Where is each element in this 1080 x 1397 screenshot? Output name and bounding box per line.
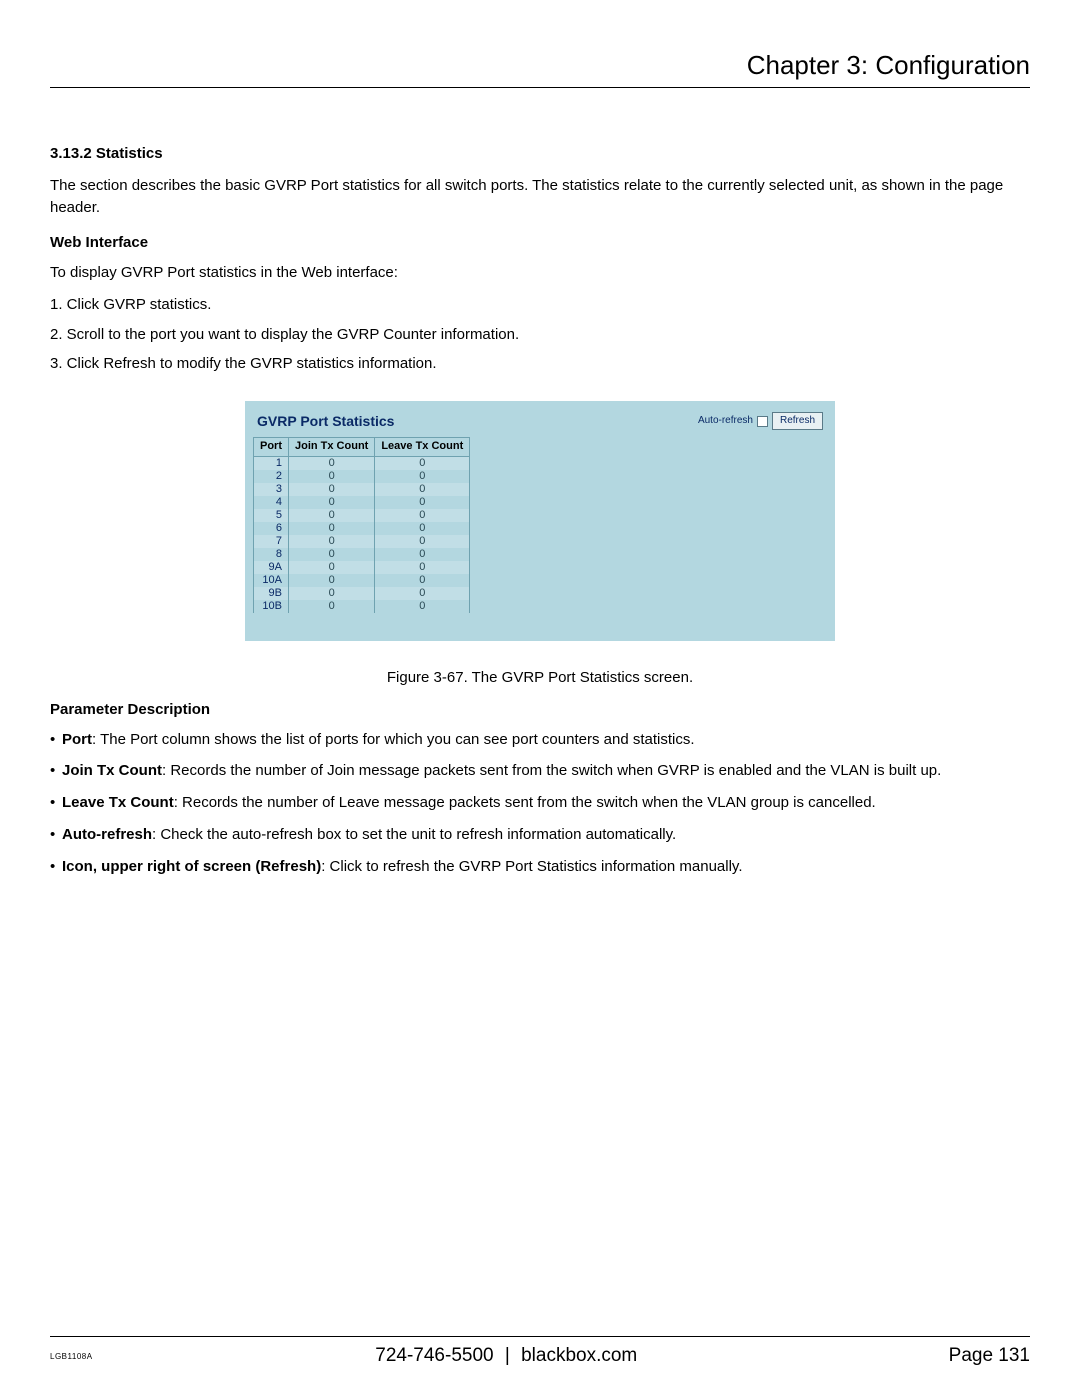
param-item: •Leave Tx Count: Records the number of L… xyxy=(50,792,1030,814)
port-cell: 10A xyxy=(254,574,289,587)
join-tx-cell: 0 xyxy=(289,548,375,561)
leave-tx-cell: 0 xyxy=(375,457,470,471)
join-tx-cell: 0 xyxy=(289,483,375,496)
footer-phone: 724-746-5500 xyxy=(375,1345,493,1366)
param-text: Leave Tx Count: Records the number of Le… xyxy=(62,792,1030,814)
web-interface-heading: Web Interface xyxy=(50,232,1030,254)
table-row: 9B00 xyxy=(254,587,470,600)
col-port: Port xyxy=(254,438,289,457)
leave-tx-cell: 0 xyxy=(375,574,470,587)
port-cell: 5 xyxy=(254,509,289,522)
table-row: 300 xyxy=(254,483,470,496)
port-cell: 8 xyxy=(254,548,289,561)
param-item: •Auto-refresh: Check the auto-refresh bo… xyxy=(50,824,1030,846)
param-text: Join Tx Count: Records the number of Joi… xyxy=(62,760,1030,782)
leave-tx-cell: 0 xyxy=(375,483,470,496)
param-item: •Join Tx Count: Records the number of Jo… xyxy=(50,760,1030,782)
join-tx-cell: 0 xyxy=(289,535,375,548)
bullet-icon: • xyxy=(50,760,62,782)
port-cell: 1 xyxy=(254,457,289,471)
port-cell: 2 xyxy=(254,470,289,483)
footer-page: Page 131 xyxy=(920,1345,1030,1367)
leave-tx-cell: 0 xyxy=(375,548,470,561)
port-cell: 3 xyxy=(254,483,289,496)
join-tx-cell: 0 xyxy=(289,561,375,574)
table-row: 700 xyxy=(254,535,470,548)
leave-tx-cell: 0 xyxy=(375,522,470,535)
bullet-icon: • xyxy=(50,729,62,751)
footer-site: blackbox.com xyxy=(521,1345,637,1366)
bullet-icon: • xyxy=(50,792,62,814)
leave-tx-cell: 0 xyxy=(375,587,470,600)
join-tx-cell: 0 xyxy=(289,587,375,600)
param-text: Auto-refresh: Check the auto-refresh box… xyxy=(62,824,1030,846)
auto-refresh-label: Auto-refresh xyxy=(698,414,753,429)
join-tx-cell: 0 xyxy=(289,574,375,587)
page-footer: LGB1108A 724-746-5500 | blackbox.com Pag… xyxy=(50,1336,1030,1367)
web-interface-lead: To display GVRP Port statistics in the W… xyxy=(50,262,1030,284)
port-cell: 9B xyxy=(254,587,289,600)
bullet-icon: • xyxy=(50,824,62,846)
footer-model: LGB1108A xyxy=(50,1352,93,1361)
section-intro: The section describes the basic GVRP Por… xyxy=(50,175,1030,219)
chapter-title: Chapter 3: Configuration xyxy=(50,50,1030,88)
param-text: Port: The Port column shows the list of … xyxy=(62,729,1030,751)
join-tx-cell: 0 xyxy=(289,470,375,483)
port-cell: 6 xyxy=(254,522,289,535)
auto-refresh-checkbox[interactable] xyxy=(757,416,768,427)
col-leave: Leave Tx Count xyxy=(375,438,470,457)
bullet-icon: • xyxy=(50,856,62,878)
step-3: 3. Click Refresh to modify the GVRP stat… xyxy=(50,353,1030,375)
table-row: 800 xyxy=(254,548,470,561)
param-text: Icon, upper right of screen (Refresh): C… xyxy=(62,856,1030,878)
table-row: 500 xyxy=(254,509,470,522)
step-1: 1. Click GVRP statistics. xyxy=(50,294,1030,316)
leave-tx-cell: 0 xyxy=(375,561,470,574)
figure-caption: Figure 3-67. The GVRP Port Statistics sc… xyxy=(50,667,1030,689)
leave-tx-cell: 0 xyxy=(375,509,470,522)
param-item: •Icon, upper right of screen (Refresh): … xyxy=(50,856,1030,878)
table-row: 200 xyxy=(254,470,470,483)
table-row: 10A00 xyxy=(254,574,470,587)
table-row: 400 xyxy=(254,496,470,509)
join-tx-cell: 0 xyxy=(289,509,375,522)
table-row: 9A00 xyxy=(254,561,470,574)
footer-contact: 724-746-5500 | blackbox.com xyxy=(93,1345,920,1367)
parameter-description-heading: Parameter Description xyxy=(50,699,1030,721)
leave-tx-cell: 0 xyxy=(375,600,470,613)
gvrp-statistics-panel: GVRP Port Statistics Auto-refresh Refres… xyxy=(245,401,835,641)
port-cell: 7 xyxy=(254,535,289,548)
leave-tx-cell: 0 xyxy=(375,470,470,483)
join-tx-cell: 0 xyxy=(289,522,375,535)
col-join: Join Tx Count xyxy=(289,438,375,457)
section-heading: 3.13.2 Statistics xyxy=(50,143,1030,165)
step-2: 2. Scroll to the port you want to displa… xyxy=(50,324,1030,346)
port-cell: 4 xyxy=(254,496,289,509)
leave-tx-cell: 0 xyxy=(375,535,470,548)
table-row: 10B00 xyxy=(254,600,470,613)
join-tx-cell: 0 xyxy=(289,496,375,509)
port-cell: 10B xyxy=(254,600,289,613)
table-row: 100 xyxy=(254,457,470,471)
join-tx-cell: 0 xyxy=(289,600,375,613)
join-tx-cell: 0 xyxy=(289,457,375,471)
table-row: 600 xyxy=(254,522,470,535)
param-item: •Port: The Port column shows the list of… xyxy=(50,729,1030,751)
leave-tx-cell: 0 xyxy=(375,496,470,509)
panel-title: GVRP Port Statistics xyxy=(257,411,394,431)
footer-sep: | xyxy=(505,1345,510,1366)
refresh-button[interactable]: Refresh xyxy=(772,412,823,431)
port-cell: 9A xyxy=(254,561,289,574)
gvrp-stats-table: Port Join Tx Count Leave Tx Count 100200… xyxy=(253,437,470,613)
